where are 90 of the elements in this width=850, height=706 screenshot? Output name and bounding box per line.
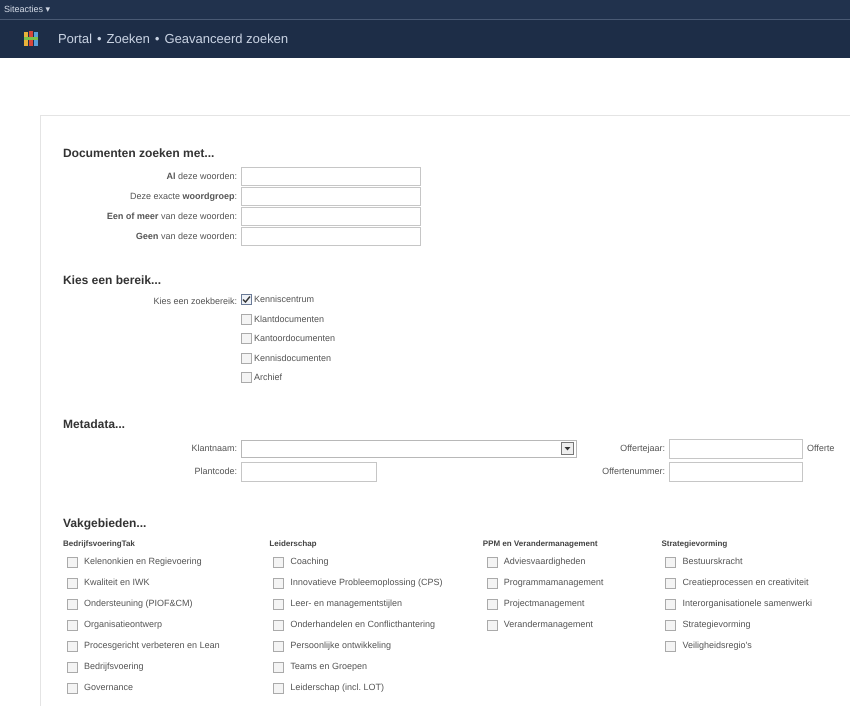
checkbox-label: Bedrijfsvoering: [84, 660, 144, 674]
checkbox-label: Bestuurskracht: [682, 555, 742, 568]
checkbox-label: Interorganisationele samenwerki: [682, 597, 812, 610]
checkbox-label: Adviesvaardigheden: [504, 555, 586, 568]
column-heading: BedrijfsvoeringTak: [63, 538, 136, 550]
checkbox-label: Programmamanagement: [504, 576, 604, 590]
checkbox-label: Creatieprocessen en creativiteit: [682, 576, 808, 590]
breadcrumb-separator: •: [154, 30, 160, 48]
checkbox[interactable]: [486, 556, 498, 568]
checkbox-label: Organisatieontwerp: [84, 618, 162, 632]
checkbox[interactable]: [665, 578, 676, 588]
checkbox-label: Kantoordocumenten: [254, 332, 336, 345]
checkbox-label: Teams en Groepen: [290, 660, 367, 674]
site-actions-menu[interactable]: Siteacties ▾: [4, 2, 51, 16]
input-field[interactable]: [669, 462, 803, 482]
checkbox[interactable]: [67, 620, 78, 630]
checkbox-label: Kelenonkien en Regievoering: [84, 555, 202, 568]
input-field[interactable]: [241, 167, 421, 186]
checkbox-label: Ondersteuning (PIOF&CM): [84, 597, 193, 610]
checkbox[interactable]: [241, 314, 252, 325]
checkbox-label: Procesgericht verbeteren en Lean: [84, 639, 220, 652]
logo-icon: [24, 31, 38, 47]
checkbox-label: Innovatieve Probleemoplossing (CPS): [290, 576, 442, 590]
field-label: Kies een zoekbereik:: [152, 295, 238, 308]
breadcrumb-link[interactable]: Geavanceerd zoeken: [164, 29, 288, 49]
field-label: Een of meer van deze woorden:: [106, 210, 238, 223]
checkbox[interactable]: [241, 333, 252, 344]
checkbox-label: Archief: [254, 371, 282, 384]
checkbox[interactable]: [241, 372, 252, 384]
checkbox[interactable]: [273, 578, 284, 588]
checkbox[interactable]: [273, 598, 284, 610]
checkbox[interactable]: [665, 598, 676, 610]
checkbox[interactable]: [486, 620, 498, 630]
checkbox-label: Strategievorming: [682, 618, 750, 632]
checkbox[interactable]: [241, 294, 252, 306]
checkbox-label: Verandermanagement: [504, 618, 593, 632]
checkbox[interactable]: [241, 352, 252, 364]
checkmark-icon: [242, 295, 251, 304]
checkbox-label: Coaching: [290, 555, 328, 568]
checkbox-label: Kennisdocumenten: [254, 352, 332, 364]
breadcrumb-link[interactable]: Portal: [58, 29, 92, 49]
input-field[interactable]: [241, 227, 421, 246]
checkbox-label: Leer- en managementstijlen: [290, 597, 402, 610]
checkbox[interactable]: [486, 578, 498, 588]
checkbox[interactable]: [67, 578, 78, 588]
input-field[interactable]: [241, 187, 421, 206]
checkbox[interactable]: [665, 556, 676, 568]
section-heading: Documenten zoeken met...: [63, 145, 216, 162]
checkbox-label: Projectmanagement: [504, 597, 584, 610]
checkbox[interactable]: [67, 556, 78, 568]
input-field[interactable]: [241, 462, 377, 482]
checkbox[interactable]: [273, 620, 284, 630]
checkbox[interactable]: [67, 640, 78, 652]
input-field[interactable]: [669, 438, 803, 458]
section-heading: Metadata...: [63, 416, 126, 432]
checkbox[interactable]: [67, 598, 78, 610]
checkbox[interactable]: [273, 682, 284, 694]
field-label: Deze exacte woordgroep:: [128, 190, 238, 203]
field-label: Geen van deze woorden:: [134, 230, 238, 243]
column-heading: Strategievorming: [661, 538, 728, 550]
checkbox-label: Onderhandelen en Conflicthantering: [290, 618, 436, 632]
field-label: Al deze woorden:: [165, 170, 238, 183]
checkbox[interactable]: [67, 682, 78, 694]
column-heading: PPM en Verandermanagement: [482, 538, 599, 550]
field-label: Plantcode:: [193, 464, 238, 478]
checkbox[interactable]: [273, 662, 284, 672]
input-field[interactable]: [241, 207, 421, 226]
checkbox[interactable]: [665, 640, 676, 652]
breadcrumb-separator: •: [96, 30, 102, 48]
section-heading: Kies een bereik...: [63, 272, 162, 289]
checkbox[interactable]: [665, 620, 676, 630]
checkbox-label: Persoonlijke ontwikkeling: [290, 639, 391, 652]
checkbox-label: Klantdocumenten: [254, 312, 324, 326]
checkbox[interactable]: [273, 556, 284, 568]
checkbox[interactable]: [273, 640, 284, 652]
column-heading: Leiderschap: [269, 538, 318, 550]
checkbox[interactable]: [486, 598, 498, 610]
dropdown-field[interactable]: [241, 440, 577, 458]
checkbox-label: Governance: [84, 681, 134, 694]
field-label: Offertenummer:: [601, 464, 666, 478]
breadcrumb-link[interactable]: Zoeken: [106, 29, 150, 49]
section-heading: Vakgebieden...: [63, 514, 148, 532]
field-label: Offerte: [807, 442, 836, 455]
checkbox-label: Leiderschap (incl. LOT): [290, 681, 384, 694]
field-label: Offertejaar:: [619, 442, 666, 455]
checkbox-label: Kwaliteit en IWK: [84, 576, 150, 590]
checkbox-label: Veiligheidsregio's: [682, 639, 752, 652]
checkbox-label: Kenniscentrum: [254, 293, 314, 306]
checkbox[interactable]: [67, 662, 78, 672]
field-label: Klantnaam:: [190, 442, 238, 455]
